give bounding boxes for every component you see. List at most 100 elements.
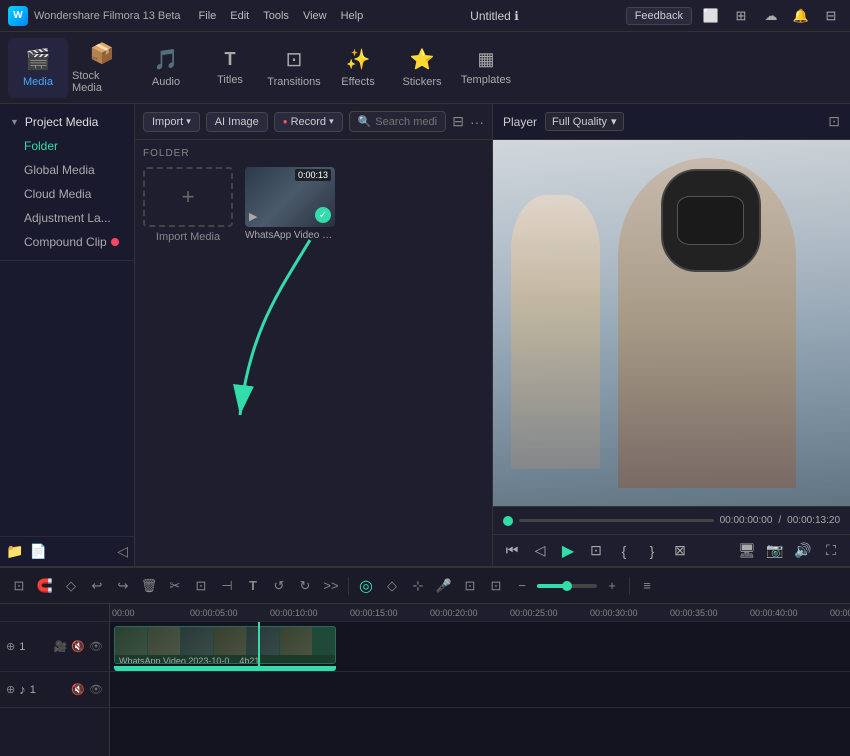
monitor-icon[interactable]: 🖥 [736,540,758,562]
menu-file[interactable]: File [199,10,217,22]
rotate-right-icon[interactable]: ↻ [294,575,316,597]
add-folder-icon[interactable]: 📁 [6,543,23,560]
player-title: Player [503,115,537,129]
skip-start-icon[interactable]: ⏮ [501,540,523,562]
eye-icon[interactable]: 👁 [89,640,103,653]
menu-view[interactable]: View [303,10,327,22]
cut-icon[interactable]: ✂ [164,575,186,597]
bell-icon[interactable]: 🔔 [790,5,812,27]
tracks-icon[interactable]: ≡ [636,575,658,597]
toolbar-item-templates[interactable]: ▦ Templates [456,38,516,98]
mute-video-icon[interactable]: 🔇 [71,640,85,653]
expand-player-icon[interactable]: ⊡ [828,113,840,130]
redo-icon[interactable]: ↪ [112,575,134,597]
folder-label: FOLDER [143,148,484,159]
media-thumbnail-video[interactable]: 0:00:13 ✓ ▶ WhatsApp Video 2023-10-05-..… [245,167,335,243]
mic-icon[interactable]: 🎤 [433,575,455,597]
sidebar-item-cloud[interactable]: Cloud Media [0,182,134,206]
plus-icon[interactable]: + [601,575,623,597]
camera-icon[interactable]: 🎥 [54,640,68,653]
screenshot-icon[interactable]: 📷 [764,540,786,562]
menu-tools[interactable]: Tools [263,10,289,22]
crop-icon[interactable]: ⊡ [190,575,212,597]
undo-icon[interactable]: ↩ [86,575,108,597]
filter-icon[interactable]: ⊟ [452,113,464,130]
toolbar-item-stock[interactable]: 📦 Stock Media [72,38,132,98]
camera-switch-icon[interactable]: ⊡ [459,575,481,597]
effects-label: Effects [341,76,374,88]
minus-icon[interactable]: − [511,575,533,597]
fullscreen-icon[interactable]: ⛶ [820,540,842,562]
ripple-icon[interactable]: ◇ [60,575,82,597]
toolbar-item-titles[interactable]: T Titles [200,38,260,98]
layout-icon[interactable]: ⊟ [820,5,842,27]
import-box[interactable]: + [143,167,233,227]
toolbar-sep2 [629,577,630,595]
zoom-handle[interactable] [562,581,572,591]
keyframe-icon[interactable]: ◇ [381,575,403,597]
menu-edit[interactable]: Edit [230,10,249,22]
more-icon[interactable]: ··· [470,114,484,130]
media-toolbar: Import ▾ AI Image ● Record ▾ 🔍 ⊟ ··· [135,104,492,140]
search-input[interactable] [375,116,437,128]
delete-icon[interactable]: 🗑 [138,575,160,597]
timeline-scrubber[interactable] [519,519,714,522]
toolbar-item-audio[interactable]: 🎵 Audio [136,38,196,98]
magnet-icon[interactable]: 🧲 [34,575,56,597]
ai-image-button[interactable]: AI Image [206,112,268,132]
text-icon[interactable]: T [242,575,264,597]
volume-icon[interactable]: 🔊 [792,540,814,562]
mark-in-icon[interactable]: { [613,540,635,562]
eye-audio-icon[interactable]: 👁 [89,683,103,696]
video-frame [493,140,850,506]
clip-to-playhead-icon[interactable]: ⊠ [669,540,691,562]
quality-selector[interactable]: Full Quality ▾ [545,112,624,131]
color-match-icon[interactable]: ◎ [355,575,377,597]
zoom-bar[interactable] [537,584,597,588]
cloud-icon[interactable]: ☁ [760,5,782,27]
sidebar-item-compound[interactable]: Compound Clip [0,230,134,254]
menu-help[interactable]: Help [341,10,364,22]
audio-icon-tl[interactable]: ⊹ [407,575,429,597]
feedback-button[interactable]: Feedback [626,7,692,25]
mark-out-icon[interactable]: } [641,540,663,562]
split-icon[interactable]: ⊣ [216,575,238,597]
record-button[interactable]: ● Record ▾ [274,112,343,132]
playhead-dot[interactable] [503,516,513,526]
video-track: WhatsApp Video 2023-10-0... 4b21... [110,622,850,672]
vr-lens [677,196,744,245]
search-bar[interactable]: 🔍 [349,111,447,132]
rotate-left-icon[interactable]: ↺ [268,575,290,597]
templates-icon: ▦ [477,49,494,70]
add-audio-track-icon[interactable]: ⊕ [6,683,15,696]
undo-history-icon[interactable]: ⊡ [8,575,30,597]
add-video-track-icon[interactable]: ⊕ [6,640,15,653]
collapse-icon[interactable]: ◁ [117,543,128,560]
toolbar-item-media[interactable]: 🎬 Media [8,38,68,98]
monitor-icon[interactable]: ⬜ [700,5,722,27]
import-media-item[interactable]: + Import Media [143,167,233,243]
sidebar-item-adjustment[interactable]: Adjustment La... [0,206,134,230]
extend-icon[interactable]: >> [320,575,342,597]
timeline-ruler[interactable]: 00:00 00:00:05:00 00:00:10:00 00:00:15:0… [110,604,850,622]
mute-audio-icon[interactable]: 🔇 [71,683,85,696]
ruler-spacer [0,604,109,622]
video-clip[interactable]: WhatsApp Video 2023-10-0... 4b21... [114,626,336,664]
sidebar-item-folder[interactable]: Folder [0,134,134,158]
toolbar-item-effects[interactable]: ✨ Effects [328,38,388,98]
plus-icon: + [182,184,195,210]
effect-icon[interactable]: ⊡ [485,575,507,597]
toolbar-item-stickers[interactable]: ⭐ Stickers [392,38,452,98]
step-back-icon[interactable]: ◁ [529,540,551,562]
ruler-mark-8: 00:00:40:00 [750,608,798,618]
play-button[interactable]: ▶ [557,540,579,562]
sidebar-item-global[interactable]: Global Media [0,158,134,182]
grid-icon[interactable]: ⊞ [730,5,752,27]
video-track-num: 1 [19,641,25,653]
toolbar-item-transitions[interactable]: ⊡ Transitions [264,38,324,98]
frame-view-icon[interactable]: ⊡ [585,540,607,562]
import-button[interactable]: Import ▾ [143,112,200,132]
timeline-body: ⊕ 1 🎥 🔇 👁 ⊕ ♪ 1 🔇 👁 [0,604,850,756]
add-file-icon[interactable]: 📄 [29,543,46,560]
project-media-header[interactable]: ▼ Project Media [0,110,134,134]
